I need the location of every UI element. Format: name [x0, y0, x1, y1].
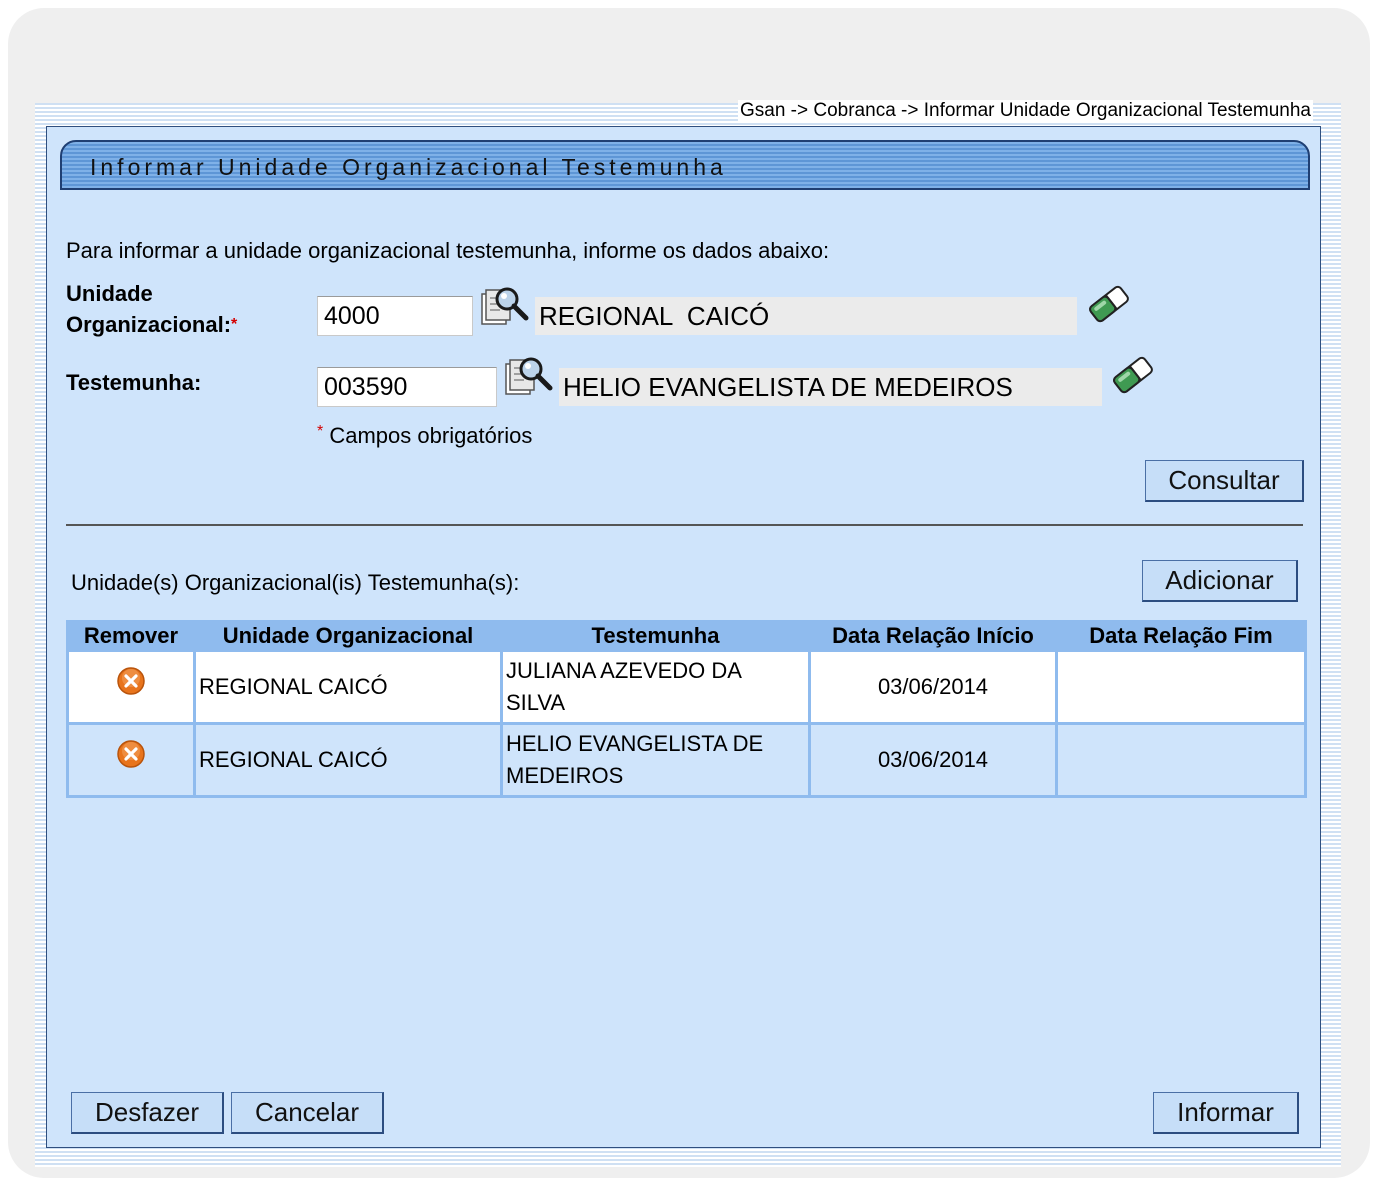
testemunha-code-input[interactable] — [317, 367, 497, 407]
fim-cell — [1058, 725, 1304, 795]
col-header-inicio: Data Relação Início — [811, 623, 1055, 649]
required-mark: * — [231, 316, 238, 333]
unidade-name-field — [535, 297, 1077, 335]
unidade-cell: REGIONAL CAICÓ — [196, 652, 500, 722]
remove-x-icon[interactable] — [116, 666, 146, 696]
col-header-testemunha: Testemunha — [503, 623, 808, 649]
magnifier-icon — [504, 354, 554, 400]
testemunha-cell: JULIANA AZEVEDO DA SILVA — [503, 652, 808, 722]
intro-text: Para informar a unidade organizacional t… — [66, 238, 830, 263]
desfazer-button[interactable]: Desfazer — [71, 1092, 224, 1134]
magnifier-icon — [480, 284, 530, 330]
required-mark: * — [317, 423, 324, 440]
mandatory-note-text: Campos obrigatórios — [329, 423, 533, 448]
col-header-unidade: Unidade Organizacional — [196, 623, 500, 649]
breadcrumb: Gsan -> Cobranca -> Informar Unidade Org… — [737, 100, 1313, 122]
cancelar-button[interactable]: Cancelar — [231, 1092, 384, 1134]
form-panel: Informar Unidade Organizacional Testemun… — [46, 126, 1321, 1148]
search-unidade-button[interactable] — [480, 284, 530, 330]
mandatory-note: * Campos obrigatórios — [317, 423, 532, 449]
divider — [66, 524, 1303, 526]
remove-cell — [69, 652, 193, 722]
search-testemunha-button[interactable] — [504, 354, 554, 400]
consultar-button[interactable]: Consultar — [1145, 460, 1304, 502]
clear-unidade-button[interactable] — [1084, 281, 1134, 327]
unidade-label-line1: Unidade — [66, 281, 153, 306]
page-title: Informar Unidade Organizacional Testemun… — [90, 154, 727, 180]
table-row: REGIONAL CAICÓ HELIO EVANGELISTA DE MEDE… — [69, 725, 1304, 795]
unidade-label-line2: Organizacional: — [66, 312, 232, 337]
testemunha-label: Testemunha: — [66, 370, 202, 395]
adicionar-button[interactable]: Adicionar — [1142, 560, 1298, 602]
inicio-cell: 03/06/2014 — [811, 652, 1055, 722]
testemunha-name-field — [559, 368, 1102, 406]
table-header-row: Remover Unidade Organizacional Testemunh… — [69, 623, 1304, 649]
remove-cell — [69, 725, 193, 795]
inicio-cell: 03/06/2014 — [811, 725, 1055, 795]
unidade-cell: REGIONAL CAICÓ — [196, 725, 500, 795]
unidade-code-input[interactable] — [317, 296, 473, 336]
remove-x-icon[interactable] — [116, 739, 146, 769]
clear-testemunha-button[interactable] — [1108, 352, 1158, 398]
fim-cell — [1058, 652, 1304, 722]
table-row: REGIONAL CAICÓ JULIANA AZEVEDO DA SILVA … — [69, 652, 1304, 722]
eraser-icon — [1084, 281, 1134, 327]
testemunha-cell: HELIO EVANGELISTA DE MEDEIROS — [503, 725, 808, 795]
list-title: Unidade(s) Organizacional(is) Testemunha… — [71, 570, 520, 595]
eraser-icon — [1108, 352, 1158, 398]
title-bar: Informar Unidade Organizacional Testemun… — [60, 140, 1310, 190]
testemunha-table: Remover Unidade Organizacional Testemunh… — [66, 620, 1307, 798]
informar-button[interactable]: Informar — [1153, 1092, 1299, 1134]
col-header-fim: Data Relação Fim — [1058, 623, 1304, 649]
unidade-label: Unidade Organizacional:* — [66, 278, 237, 340]
col-header-remover: Remover — [69, 623, 193, 649]
